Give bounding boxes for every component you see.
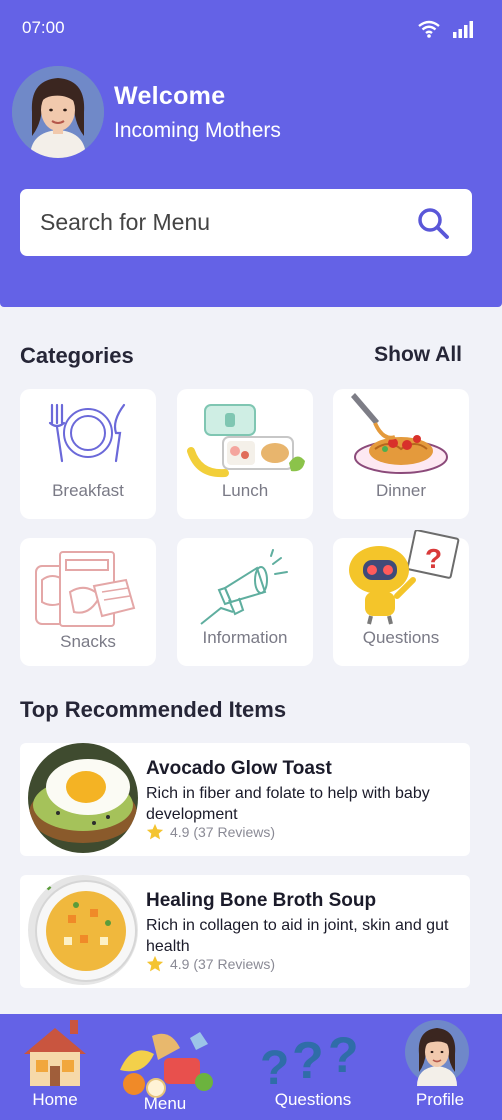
welcome-subtitle: Incoming Mothers (114, 119, 281, 142)
header: 07:00 Welcome Incoming Mothers (0, 0, 502, 307)
category-dinner[interactable]: Dinner (333, 389, 469, 519)
search-input[interactable] (40, 189, 410, 256)
snacks-icon (35, 551, 136, 627)
nav-label: Home (32, 1090, 78, 1109)
categories-title: Categories (20, 343, 134, 368)
rating-text: 4.9 (37 Reviews) (170, 824, 276, 840)
category-label: Dinner (375, 481, 427, 500)
nav-questions[interactable]: ? ? ? Questions (258, 1014, 368, 1120)
robot-question-icon: ? (349, 530, 460, 625)
star-icon (146, 823, 164, 840)
nav-profile[interactable]: Profile (385, 1014, 495, 1120)
welcome-title: Welcome (114, 82, 226, 110)
question-marks-icon: ? ? ? (260, 1027, 359, 1092)
nav-label: Menu (143, 1094, 187, 1113)
nav-label: Profile (415, 1090, 465, 1109)
nav-menu[interactable]: Menu (110, 1014, 220, 1120)
avatar[interactable] (12, 66, 104, 158)
lunchbox-icon (187, 404, 305, 478)
recommended-item[interactable]: Healing Bone Broth Soup Rich in collagen… (20, 875, 470, 988)
category-label: Breakfast (52, 481, 124, 500)
bone-broth-soup-image (28, 875, 138, 985)
category-questions[interactable]: ? Questions (333, 530, 469, 666)
svg-text:?: ? (425, 543, 442, 574)
item-name: Avocado Glow Toast (146, 758, 332, 779)
woman-portrait-icon (12, 66, 104, 158)
nav-label: Questions (274, 1090, 352, 1109)
category-breakfast[interactable]: Breakfast (20, 389, 156, 519)
item-name: Healing Bone Broth Soup (146, 890, 377, 911)
wifi-icon (418, 20, 440, 38)
nav-home[interactable]: Home (0, 1014, 110, 1120)
category-label: Snacks (60, 632, 116, 651)
search-bar (20, 189, 472, 256)
signal-icon (453, 21, 473, 38)
show-all-link[interactable]: Show All (374, 343, 462, 367)
star-icon (146, 955, 164, 972)
svg-text:?: ? (328, 1027, 359, 1083)
category-label: Lunch (221, 481, 269, 500)
item-rating: 4.9 (37 Reviews) (146, 955, 275, 973)
search-icon[interactable] (416, 206, 450, 240)
food-icon (120, 1032, 213, 1098)
category-label: Questions (362, 628, 440, 647)
category-label: Information (202, 628, 288, 647)
bottom-nav: Home Menu ? ? ? Questions Profile (0, 1014, 502, 1120)
svg-text:?: ? (292, 1032, 324, 1090)
item-description: Rich in fiber and folate to help with ba… (146, 785, 430, 823)
svg-text:?: ? (260, 1042, 289, 1092)
category-information[interactable]: Information (177, 538, 313, 666)
item-rating: 4.9 (37 Reviews) (146, 823, 275, 841)
category-snacks[interactable]: Snacks (20, 538, 156, 666)
house-icon (24, 1020, 86, 1086)
status-icons (418, 20, 474, 38)
recommended-item[interactable]: Avocado Glow Toast Rich in fiber and fol… (20, 743, 470, 856)
rating-text: 4.9 (37 Reviews) (170, 956, 276, 972)
avatar-icon (405, 1020, 469, 1086)
megaphone-icon (200, 549, 288, 625)
status-time: 07:00 (22, 18, 65, 37)
spaghetti-icon (351, 393, 448, 474)
category-lunch[interactable]: Lunch (177, 389, 313, 519)
plate-cutlery-icon (48, 403, 126, 463)
avocado-toast-image (28, 743, 138, 853)
item-description: Rich in collagen to aid in joint, skin a… (146, 917, 449, 955)
recommended-title: Top Recommended Items (20, 697, 287, 722)
